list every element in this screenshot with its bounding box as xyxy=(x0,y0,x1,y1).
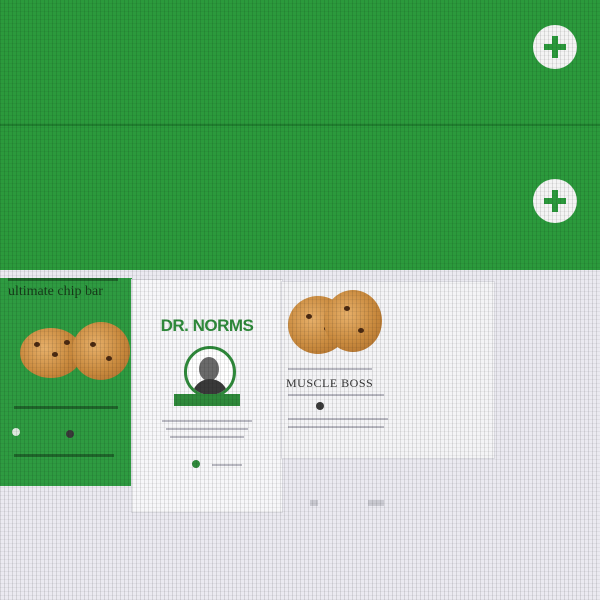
row-divider xyxy=(0,124,600,126)
text-line xyxy=(288,368,372,370)
text-line xyxy=(14,406,118,409)
plus-circle-icon xyxy=(544,36,566,58)
add-button[interactable] xyxy=(533,25,577,69)
product-thumbnail-left[interactable]: ultimate chip bar xyxy=(0,278,132,486)
bullet-icon xyxy=(316,402,324,410)
text-line xyxy=(288,394,384,396)
cookie-image xyxy=(72,322,130,380)
badge-icon xyxy=(12,428,20,436)
cookie-image xyxy=(324,290,382,352)
product-title: MUSCLE BOSS xyxy=(286,376,374,390)
product-headline: ultimate chip bar xyxy=(8,284,103,299)
text-line xyxy=(288,418,388,420)
text-line xyxy=(288,426,384,428)
text-line xyxy=(162,420,252,422)
text-line xyxy=(170,436,244,438)
bullet-icon xyxy=(66,430,74,438)
text-line xyxy=(14,454,114,457)
text-line xyxy=(8,278,118,281)
logo-ribbon xyxy=(174,394,240,406)
product-thumbnail-right[interactable]: MUSCLE BOSS xyxy=(282,282,494,458)
text-line xyxy=(166,428,248,430)
add-button-second[interactable] xyxy=(533,179,577,223)
dot xyxy=(310,500,318,506)
text-line xyxy=(212,464,242,466)
green-header-panel xyxy=(0,0,600,270)
brand-portrait-logo xyxy=(184,346,236,398)
bullet-icon xyxy=(192,460,200,468)
dot xyxy=(368,500,384,506)
plus-circle-icon xyxy=(544,190,566,212)
brand-name: DR. NORMS xyxy=(160,316,254,335)
product-card-dr-norms[interactable]: DR. NORMS xyxy=(132,280,282,512)
